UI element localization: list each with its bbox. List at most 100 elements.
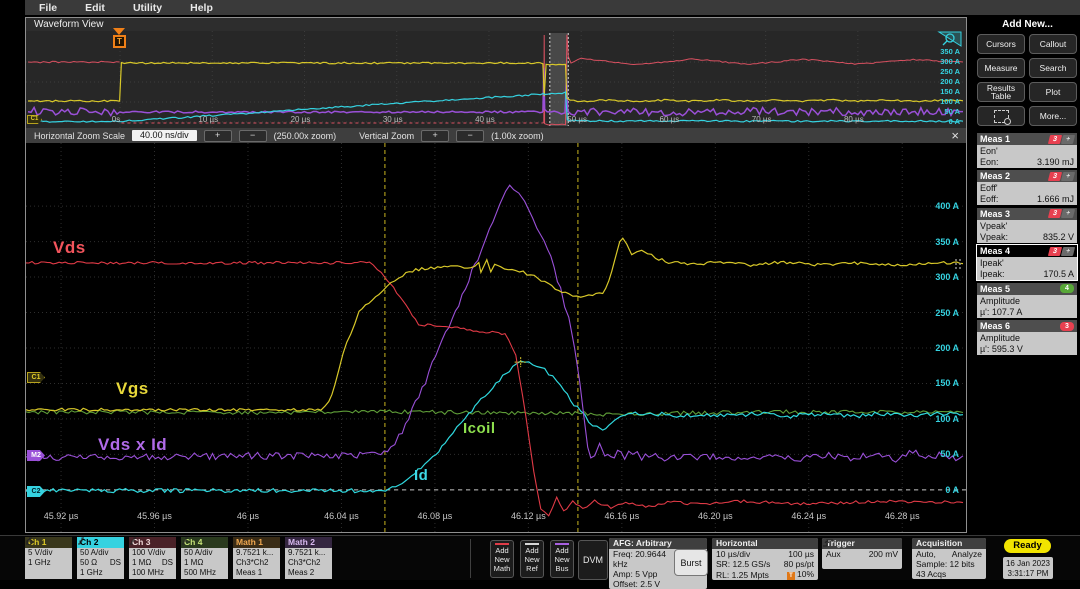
h-left: RL: 1.25 Mpts bbox=[716, 570, 769, 580]
h-zoom-scale-input[interactable]: 40.00 ns/div bbox=[132, 130, 197, 141]
h-zoom-minus-button[interactable]: − bbox=[239, 130, 267, 142]
meas-line2: µ': 595.3 V bbox=[980, 344, 1074, 355]
channel-badge-ch3[interactable]: Ch 3100 V/div1 MΩDS100 MHz bbox=[129, 537, 176, 579]
channel-setting: 1 MΩ bbox=[132, 558, 151, 568]
zoom-select-button[interactable] bbox=[977, 106, 1025, 126]
y-axis-tick: 300 A bbox=[919, 272, 959, 282]
channel-badge-row: 9.7521 k... bbox=[288, 548, 329, 558]
channel-badge-row: 9.7521 k... bbox=[236, 548, 277, 558]
channel-badge-ch4[interactable]: Ch 450 A/div1 MΩ500 MHz bbox=[181, 537, 228, 579]
search-button[interactable]: Search bbox=[1029, 58, 1077, 78]
channel-badge-row: 50 ΩDS bbox=[80, 558, 121, 568]
channel-setting: 100 V/div bbox=[132, 548, 165, 558]
h-zoom-plus-button[interactable]: + bbox=[204, 130, 232, 142]
v-zoom-plus-button[interactable]: + bbox=[421, 130, 449, 142]
x-axis-tick: 30 µs bbox=[369, 115, 417, 124]
zoomed-waveform-plot[interactable]: 45.92 µs45.96 µs46 µs46.04 µs46.08 µs46.… bbox=[26, 143, 966, 532]
overview-magnifier-icon[interactable] bbox=[932, 31, 962, 48]
meas-source-badge: 3 bbox=[1060, 322, 1074, 331]
horizontal-setting: SR: 12.5 GS/s80 ps/pt bbox=[712, 559, 818, 569]
trace-vds-pre bbox=[28, 61, 120, 63]
x-axis-tick: 0s bbox=[92, 115, 140, 124]
meas-card-1[interactable]: Meas 13+Eon'Eon:3.190 mJ bbox=[977, 133, 1077, 168]
afg-value: Freq: 20.9644 kHz bbox=[613, 549, 675, 569]
channel-setting: Meas 1 bbox=[236, 568, 262, 578]
plot-button[interactable]: Plot bbox=[1029, 82, 1077, 102]
menu-help[interactable]: Help bbox=[190, 2, 213, 14]
horizontal-panel[interactable]: Horizontal10 µs/div100 µsSR: 12.5 GS/s80… bbox=[712, 538, 818, 580]
add-icon[interactable]: + bbox=[1061, 172, 1075, 181]
channel-badge-row: Meas 1 bbox=[236, 568, 277, 578]
add-icon[interactable]: + bbox=[1061, 209, 1075, 218]
results-table-button[interactable]: Results Table bbox=[977, 82, 1025, 102]
x-axis-tick: 46.08 µs bbox=[407, 511, 463, 521]
channel-badge-row: 1 GHz bbox=[80, 568, 121, 578]
meas-card-6[interactable]: Meas 63Amplitudeµ': 595.3 V bbox=[977, 320, 1077, 355]
trigger-marker[interactable]: T bbox=[113, 35, 126, 48]
channel-setting: 50 A/div bbox=[184, 548, 212, 558]
menu-utility[interactable]: Utility bbox=[133, 2, 162, 14]
channel-setting: Ch3*Ch2 bbox=[288, 558, 320, 568]
v-zoom-factor: (1.00x zoom) bbox=[491, 131, 544, 141]
meas-value-label: Ipeak: bbox=[980, 269, 1005, 280]
meas-name: Meas 3 bbox=[980, 209, 1010, 219]
datetime-display: 16 Jan 2023 3:31:17 PM bbox=[1003, 557, 1053, 579]
channel-badge-math1[interactable]: Math 19.7521 k...Ch3*Ch2Meas 1 bbox=[233, 537, 280, 579]
meas-card-4[interactable]: Meas 43+Ipeak'Ipeak:170.5 A bbox=[977, 245, 1077, 280]
meas-card-5[interactable]: Meas 54Amplitudeµ': 107.7 A bbox=[977, 283, 1077, 318]
menu-edit[interactable]: Edit bbox=[85, 2, 105, 14]
v-zoom-minus-button[interactable]: − bbox=[456, 130, 484, 142]
channel-badge-ch1[interactable]: Ch 15 V/div1 GHz bbox=[25, 537, 72, 579]
panel-drag-handle[interactable] bbox=[955, 259, 961, 269]
menu-file[interactable]: File bbox=[39, 2, 57, 14]
trigger-position-icon[interactable] bbox=[113, 28, 125, 35]
overview-chart bbox=[26, 31, 966, 128]
meas-value: 170.5 A bbox=[1043, 269, 1074, 280]
callout-button[interactable]: Callout bbox=[1029, 34, 1077, 54]
trace-vds bbox=[26, 262, 963, 516]
trace-label-vgs: Vgs bbox=[116, 379, 149, 399]
afg-value: Offset: 2.5 V bbox=[613, 579, 660, 589]
y-axis-tick: 100 A bbox=[919, 414, 959, 424]
meas-value-label: Eoff: bbox=[980, 194, 998, 205]
y-axis-tick: 0 A bbox=[919, 485, 959, 495]
meas-value: 835.2 V bbox=[1043, 232, 1074, 243]
add-icon[interactable]: + bbox=[1061, 247, 1075, 256]
meas-body: Ipeak'Ipeak:170.5 A bbox=[977, 257, 1077, 280]
dvm-button[interactable]: DVM bbox=[578, 540, 608, 580]
more--button[interactable]: More... bbox=[1029, 106, 1077, 126]
acquisition-sample: Sample: 12 bits bbox=[912, 559, 986, 569]
trigger-setting: Aux 200 mV bbox=[822, 549, 902, 559]
y-axis-tick: 150 A bbox=[919, 378, 959, 388]
steps-icon bbox=[25, 537, 33, 545]
zoom-scale-bar: Horizontal Zoom Scale 40.00 ns/div + − (… bbox=[26, 128, 966, 143]
y-axis-tick: 250 A bbox=[920, 67, 960, 76]
meas-card-3[interactable]: Meas 33+Vpeak'Vpeak:835.2 V bbox=[977, 208, 1077, 243]
trigger-panel[interactable]: TriggerAux 200 mV bbox=[822, 538, 902, 569]
overview-plot[interactable]: 0s10 µs20 µs30 µs40 µs50 µs60 µs70 µs80 … bbox=[26, 31, 966, 128]
add-new-ref-button[interactable]: AddNewRef bbox=[520, 540, 544, 578]
cursors-button[interactable]: Cursors bbox=[977, 34, 1025, 54]
trace-label-id: Id bbox=[414, 467, 428, 484]
burst-button[interactable]: Burst bbox=[674, 549, 708, 576]
meas-name: Meas 6 bbox=[980, 321, 1010, 331]
meas-value-label: Vpeak: bbox=[980, 232, 1008, 243]
meas-card-2[interactable]: Meas 23+Eoff'Eoff:1.666 mJ bbox=[977, 170, 1077, 205]
add-new-math-button[interactable]: AddNewMath bbox=[490, 540, 514, 578]
channel-badge-math2[interactable]: Math 29.7521 k...Ch3*Ch2Meas 2 bbox=[285, 537, 332, 579]
channel-badge-body: 9.7521 k...Ch3*Ch2Meas 2 bbox=[285, 548, 332, 579]
add-icon[interactable]: + bbox=[1061, 135, 1075, 144]
channel-setting-right: DS bbox=[162, 558, 173, 568]
accent-line bbox=[525, 543, 539, 545]
acquisition-panel[interactable]: AcquisitionAuto,AnalyzeSample: 12 bits43… bbox=[912, 538, 986, 579]
channel-badge-ch2[interactable]: Ch 250 A/div50 ΩDS1 GHz bbox=[77, 537, 124, 579]
close-zoom-icon[interactable]: × bbox=[951, 128, 959, 143]
meas-source-badge: 3+ bbox=[1049, 135, 1074, 144]
meas-source-badge: 4 bbox=[1060, 284, 1074, 293]
measure-button[interactable]: Measure bbox=[977, 58, 1025, 78]
add-new-bus-button[interactable]: AddNewBus bbox=[550, 540, 574, 578]
meas-line1: Eoff' bbox=[980, 182, 1074, 194]
afg-setting: Amp: 5 Vpp bbox=[609, 569, 679, 579]
steps-icon bbox=[181, 537, 189, 545]
x-axis-tick: 46.28 µs bbox=[874, 511, 930, 521]
